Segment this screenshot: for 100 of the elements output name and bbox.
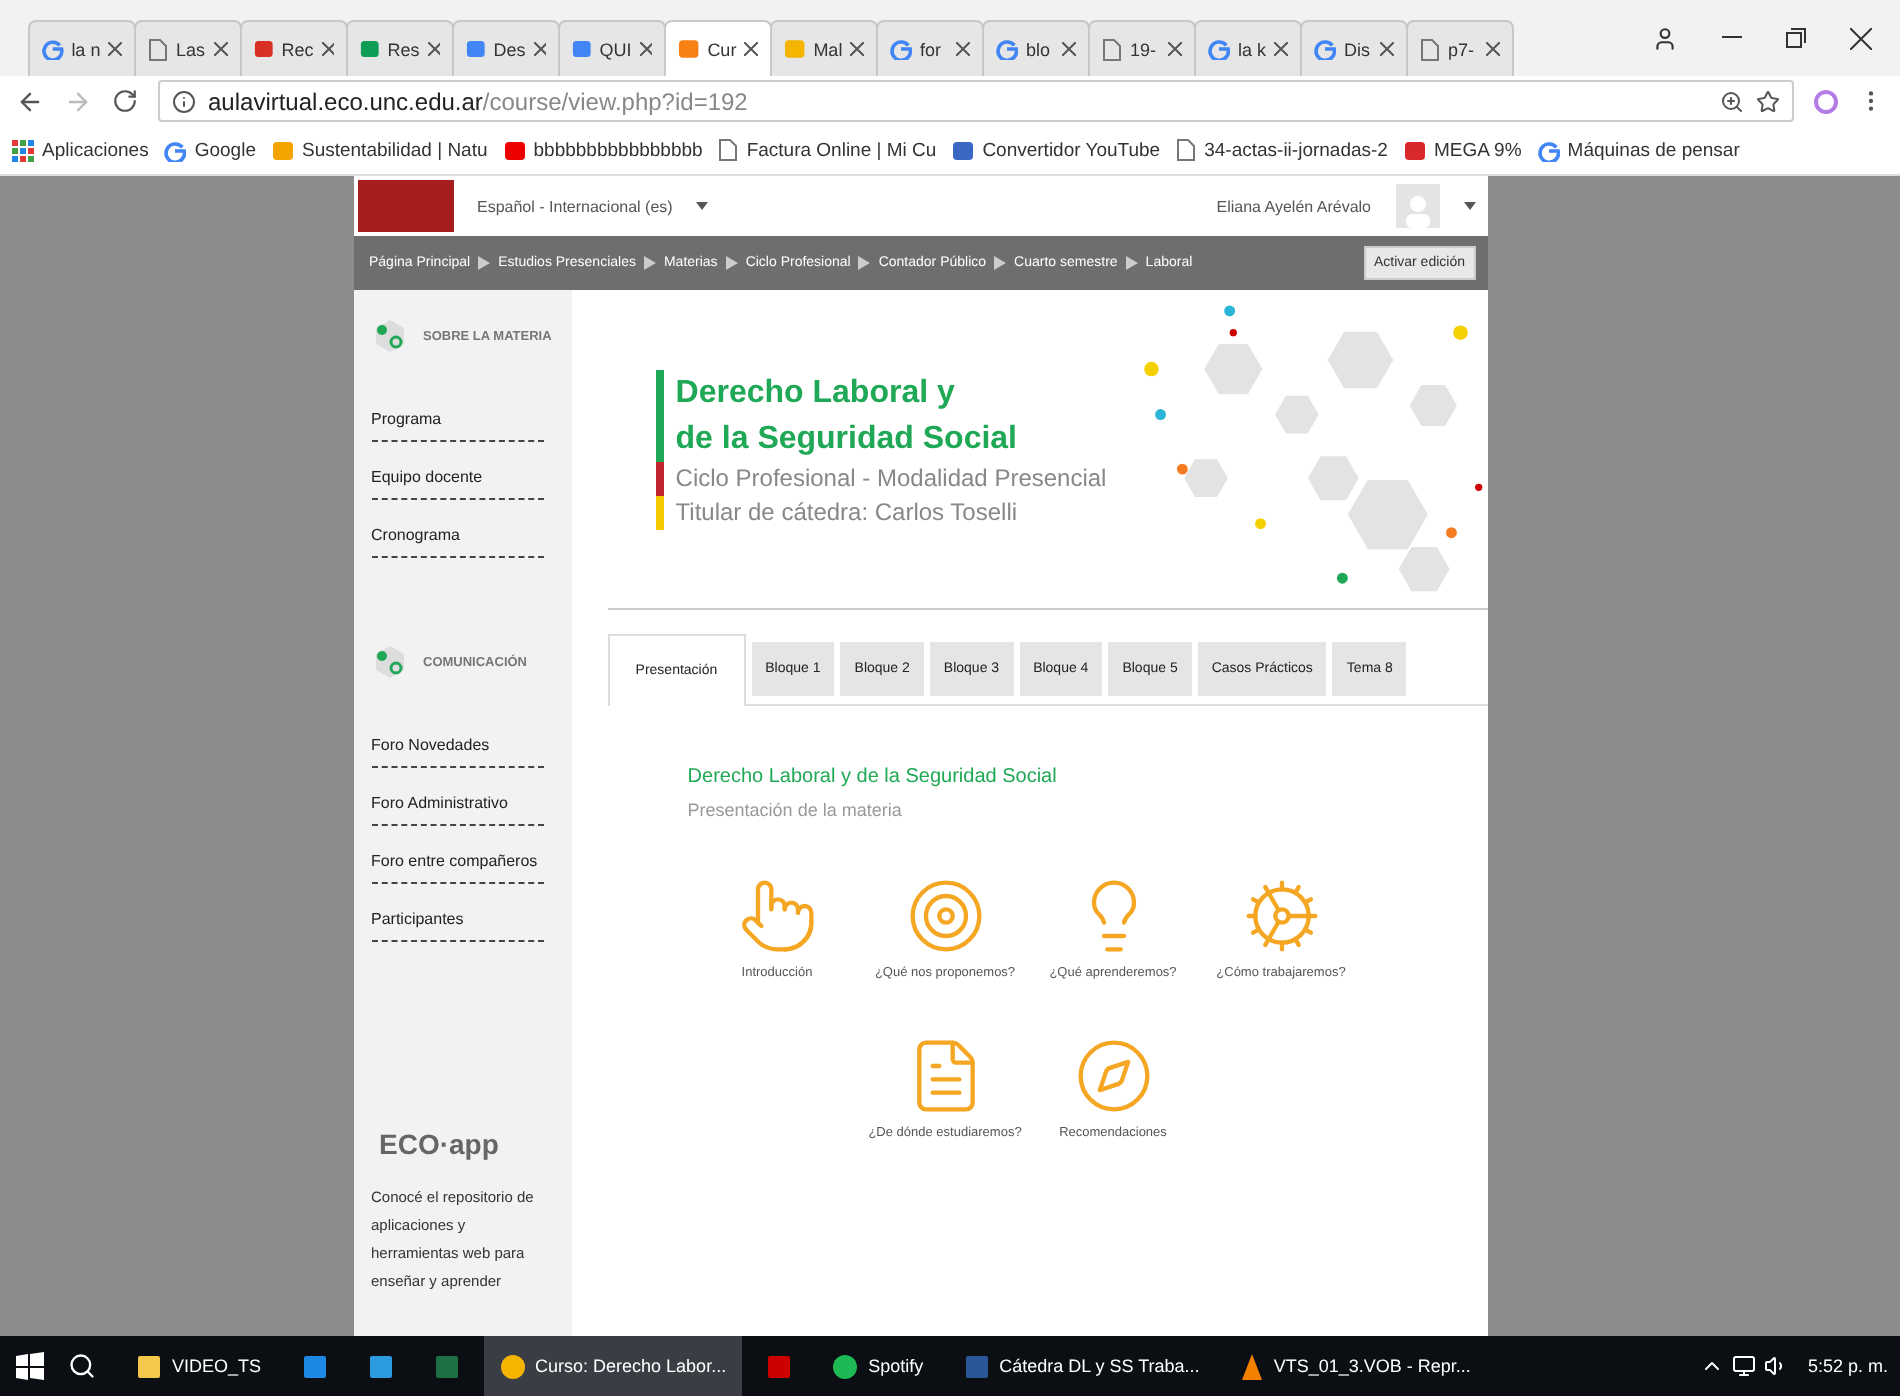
restore-icon[interactable] — [1786, 28, 1806, 48]
google-icon — [1208, 38, 1230, 60]
address-field[interactable]: aulavirtual.eco.unc.edu.ar/course/view.php?id=192 — [158, 80, 1794, 122]
close-icon[interactable] — [1486, 42, 1500, 56]
network-icon[interactable] — [1731, 1354, 1756, 1378]
google-icon — [42, 38, 64, 60]
bookmark[interactable]: Aplicaciones — [12, 139, 149, 161]
taskbar-button[interactable]: VTS_01_3.VOB - Repr... — [1223, 1336, 1487, 1396]
back-icon[interactable] — [16, 87, 44, 115]
browser-tab[interactable]: QUI — [558, 20, 666, 76]
bookmark[interactable]: MEGA 9% — [1403, 139, 1522, 161]
taskbar-button[interactable]: Cátedra DL y SS Traba... — [947, 1336, 1216, 1396]
browser-tab[interactable]: 19- — [1088, 20, 1196, 76]
user-icon[interactable] — [1652, 25, 1678, 51]
close-icon[interactable] — [1274, 42, 1288, 56]
close-icon[interactable] — [956, 42, 970, 56]
reload-icon[interactable] — [112, 88, 138, 114]
browser-tab[interactable]: la k — [1194, 20, 1302, 76]
extension-icon[interactable] — [1814, 89, 1838, 113]
close-icon[interactable] — [1850, 27, 1872, 49]
star-icon[interactable] — [1756, 89, 1780, 113]
arrow-icon — [725, 256, 738, 270]
sidebar-link[interactable]: Programa — [371, 410, 543, 442]
browser-tab[interactable]: Res — [346, 20, 454, 76]
sidebar-link[interactable]: Participantes — [371, 910, 543, 942]
apps-grid-icon — [12, 139, 34, 161]
zoom-icon[interactable] — [1720, 89, 1744, 113]
browser-tab[interactable]: blo — [982, 20, 1090, 76]
sidebar-link[interactable]: Equipo docente — [371, 468, 543, 500]
caret-icon[interactable] — [696, 202, 709, 210]
info-icon — [172, 89, 196, 113]
sidebar-link[interactable]: Foro entre compañeros — [371, 852, 543, 884]
close-icon[interactable] — [427, 42, 440, 56]
arrow-icon — [1125, 256, 1138, 270]
user-name[interactable]: Eliana Ayelén Arévalo — [1216, 197, 1371, 215]
google-icon — [164, 139, 187, 161]
presentation-subtitle: Presentación de la materia — [687, 800, 904, 820]
google-icon — [996, 38, 1018, 60]
browser-tab[interactable]: la n — [28, 20, 136, 76]
windows-icon[interactable] — [16, 1352, 44, 1380]
search-icon[interactable] — [68, 1352, 96, 1380]
bookmark[interactable]: Máquinas de pensar — [1537, 139, 1740, 161]
volume-icon[interactable] — [1763, 1354, 1788, 1378]
traffic-cone-icon[interactable] — [1239, 1353, 1264, 1379]
browser-tab[interactable]: Des — [452, 20, 560, 76]
teacher-name: Titular de cátedra: Carlos Toselli — [655, 495, 1107, 529]
browser-tab[interactable]: Rec — [240, 20, 348, 76]
browser-tab[interactable]: Mal — [770, 20, 878, 76]
course-title: Derecho Laboral y — [655, 369, 1107, 415]
page-icon — [1420, 37, 1440, 61]
bookmark[interactable]: Google — [164, 139, 256, 161]
close-icon[interactable] — [850, 42, 864, 56]
close-icon[interactable] — [1062, 42, 1076, 56]
faculty-logo — [357, 180, 453, 232]
close-icon[interactable] — [639, 42, 652, 56]
taskbar-button[interactable]: VIDEO_TS — [120, 1336, 278, 1396]
bookmark[interactable]: Convertidor YouTube — [952, 139, 1161, 161]
arrow-icon — [858, 256, 871, 270]
clock: 5:52 p. m. — [1807, 1356, 1890, 1376]
sidebar-link[interactable]: Foro Novedades — [371, 736, 543, 768]
google-icon — [890, 38, 912, 60]
arrow-icon — [478, 256, 491, 270]
close-icon[interactable] — [321, 42, 334, 56]
bookmark[interactable]: 34-actas-ii-jornadas-2 — [1176, 138, 1388, 162]
course-subtitle: Ciclo Profesional - Modalidad Presencial — [655, 461, 1107, 495]
language-menu[interactable]: Español - Internacional (es) — [477, 197, 673, 215]
bookmark[interactable]: bbbbbbbbbbbbbbbb — [503, 139, 703, 161]
close-icon[interactable] — [108, 42, 122, 56]
caret-icon[interactable] — [1463, 202, 1475, 210]
close-icon[interactable] — [1380, 42, 1394, 56]
close-icon[interactable] — [744, 42, 758, 56]
google-icon — [1314, 38, 1336, 60]
close-icon[interactable] — [1168, 42, 1182, 56]
presentation-title: Derecho Laboral y de la Seguridad Social — [687, 766, 1059, 788]
browser-tab[interactable]: Dis — [1300, 20, 1408, 76]
taskbar-button[interactable]: Spotify — [816, 1336, 940, 1396]
browser-tab[interactable]: Las — [134, 20, 242, 76]
arrow-icon — [643, 256, 656, 270]
page-icon — [718, 138, 739, 162]
course-title: de la Seguridad Social — [655, 415, 1107, 461]
close-icon[interactable] — [533, 42, 546, 56]
page-icon — [1102, 37, 1122, 61]
bookmark[interactable]: Sustentabilidad | Natu — [271, 139, 488, 161]
minimize-icon[interactable] — [1722, 36, 1742, 40]
sidebar-link[interactable]: Foro Administrativo — [371, 794, 543, 826]
avatar-icon — [1395, 184, 1439, 228]
hexagon-dots-icon — [371, 318, 407, 354]
taskbar-button[interactable]: Curso: Derecho Labor... — [483, 1336, 743, 1396]
close-icon[interactable] — [214, 42, 228, 56]
sidebar-link[interactable]: Cronograma — [371, 526, 543, 558]
arrow-icon — [994, 256, 1007, 270]
browser-tab[interactable]: p7- — [1406, 20, 1514, 76]
page-icon — [148, 37, 168, 61]
google-icon — [1537, 139, 1560, 161]
browser-tab[interactable]: Cur — [664, 20, 772, 76]
hexagon-dots-icon — [371, 644, 407, 680]
browser-tab[interactable]: for — [876, 20, 984, 76]
eco-app-logo: ECO·app — [379, 1128, 501, 1160]
page-icon — [1176, 138, 1197, 162]
bookmark[interactable]: Factura Online | Mi Cu — [718, 138, 937, 162]
